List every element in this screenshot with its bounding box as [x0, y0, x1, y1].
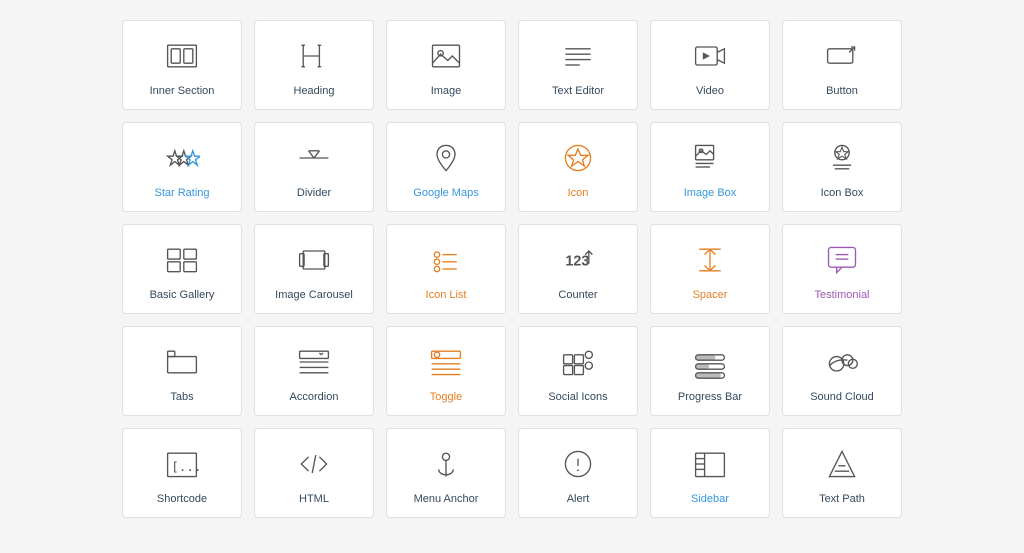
heading-icon [294, 36, 334, 76]
tabs-icon [162, 342, 202, 382]
widget-card-text-path[interactable]: Text Path [782, 428, 902, 518]
widget-label-button: Button [826, 84, 858, 98]
widget-label-tabs: Tabs [170, 390, 193, 404]
toggle-icon [426, 342, 466, 382]
accordion-icon [294, 342, 334, 382]
social-icons-icon [558, 342, 598, 382]
widget-label-html: HTML [299, 492, 329, 506]
widget-row-2: Basic Gallery Image Carousel Icon List 1… [122, 224, 902, 314]
widget-card-google-maps[interactable]: Google Maps [386, 122, 506, 212]
icon-box-icon [822, 138, 862, 178]
widget-label-sound-cloud: Sound Cloud [810, 390, 874, 404]
widget-label-social-icons: Social Icons [548, 390, 607, 404]
widget-card-icon-list[interactable]: Icon List [386, 224, 506, 314]
widget-row-4: [...] Shortcode HTML Menu Anchor Alert S… [122, 428, 902, 518]
widget-label-star-rating: Star Rating [154, 186, 209, 200]
widget-grid: Inner Section Heading Image Text Editor … [102, 10, 922, 540]
widget-label-counter: Counter [558, 288, 597, 302]
spacer-icon [690, 240, 730, 280]
widget-card-image-box[interactable]: Image Box [650, 122, 770, 212]
svg-text:123: 123 [565, 253, 589, 269]
widget-card-text-editor[interactable]: Text Editor [518, 20, 638, 110]
image-icon [426, 36, 466, 76]
widget-label-image: Image [431, 84, 462, 98]
widget-card-menu-anchor[interactable]: Menu Anchor [386, 428, 506, 518]
widget-label-menu-anchor: Menu Anchor [414, 492, 479, 506]
widget-card-basic-gallery[interactable]: Basic Gallery [122, 224, 242, 314]
widget-label-toggle: Toggle [430, 390, 462, 404]
widget-card-spacer[interactable]: Spacer [650, 224, 770, 314]
widget-label-icon-list: Icon List [426, 288, 467, 302]
counter-icon: 123 [558, 240, 598, 280]
text-editor-icon [558, 36, 598, 76]
widget-card-heading[interactable]: Heading [254, 20, 374, 110]
widget-card-tabs[interactable]: Tabs [122, 326, 242, 416]
button-icon [822, 36, 862, 76]
widget-label-shortcode: Shortcode [157, 492, 207, 506]
widget-card-video[interactable]: Video [650, 20, 770, 110]
svg-text:[...]: [...] [171, 459, 200, 474]
widget-card-image[interactable]: Image [386, 20, 506, 110]
widget-label-progress-bar: Progress Bar [678, 390, 742, 404]
sound-cloud-icon [822, 342, 862, 382]
widget-card-sidebar[interactable]: Sidebar [650, 428, 770, 518]
text-path-icon [822, 444, 862, 484]
image-box-icon [690, 138, 730, 178]
testimonial-icon [822, 240, 862, 280]
widget-card-divider[interactable]: Divider [254, 122, 374, 212]
widget-label-text-editor: Text Editor [552, 84, 604, 98]
widget-card-accordion[interactable]: Accordion [254, 326, 374, 416]
widget-card-html[interactable]: HTML [254, 428, 374, 518]
widget-card-shortcode[interactable]: [...] Shortcode [122, 428, 242, 518]
widget-label-divider: Divider [297, 186, 331, 200]
widget-row-1: Star Rating Divider Google Maps Icon Ima… [122, 122, 902, 212]
widget-label-accordion: Accordion [290, 390, 339, 404]
progress-bar-icon [690, 342, 730, 382]
html-icon [294, 444, 334, 484]
widget-label-basic-gallery: Basic Gallery [150, 288, 215, 302]
widget-label-google-maps: Google Maps [413, 186, 478, 200]
shortcode-icon: [...] [162, 444, 202, 484]
widget-label-testimonial: Testimonial [814, 288, 869, 302]
basic-gallery-icon [162, 240, 202, 280]
widget-row-3: Tabs Accordion Toggle Social Icons [122, 326, 902, 416]
widget-label-spacer: Spacer [693, 288, 728, 302]
widget-label-icon: Icon [568, 186, 589, 200]
widget-label-icon-box: Icon Box [821, 186, 864, 200]
inner-section-icon [162, 36, 202, 76]
menu-anchor-icon [426, 444, 466, 484]
widget-row-0: Inner Section Heading Image Text Editor … [122, 20, 902, 110]
widget-label-image-box: Image Box [684, 186, 737, 200]
widget-card-icon[interactable]: Icon [518, 122, 638, 212]
video-icon [690, 36, 730, 76]
widget-label-inner-section: Inner Section [150, 84, 215, 98]
widget-label-video: Video [696, 84, 724, 98]
icon-list-icon [426, 240, 466, 280]
google-maps-icon [426, 138, 466, 178]
alert-icon [558, 444, 598, 484]
star-rating-icon [162, 138, 202, 178]
divider-icon [294, 138, 334, 178]
widget-card-inner-section[interactable]: Inner Section [122, 20, 242, 110]
widget-label-image-carousel: Image Carousel [275, 288, 353, 302]
widget-card-testimonial[interactable]: Testimonial [782, 224, 902, 314]
sidebar-icon [690, 444, 730, 484]
widget-card-star-rating[interactable]: Star Rating [122, 122, 242, 212]
widget-card-alert[interactable]: Alert [518, 428, 638, 518]
widget-label-alert: Alert [567, 492, 590, 506]
widget-card-image-carousel[interactable]: Image Carousel [254, 224, 374, 314]
image-carousel-icon [294, 240, 334, 280]
widget-label-text-path: Text Path [819, 492, 865, 506]
widget-card-button[interactable]: Button [782, 20, 902, 110]
widget-card-counter[interactable]: 123 Counter [518, 224, 638, 314]
widget-card-sound-cloud[interactable]: Sound Cloud [782, 326, 902, 416]
widget-card-toggle[interactable]: Toggle [386, 326, 506, 416]
widget-card-icon-box[interactable]: Icon Box [782, 122, 902, 212]
widget-label-sidebar: Sidebar [691, 492, 729, 506]
widget-card-progress-bar[interactable]: Progress Bar [650, 326, 770, 416]
widget-card-social-icons[interactable]: Social Icons [518, 326, 638, 416]
icon-icon [558, 138, 598, 178]
widget-label-heading: Heading [294, 84, 335, 98]
